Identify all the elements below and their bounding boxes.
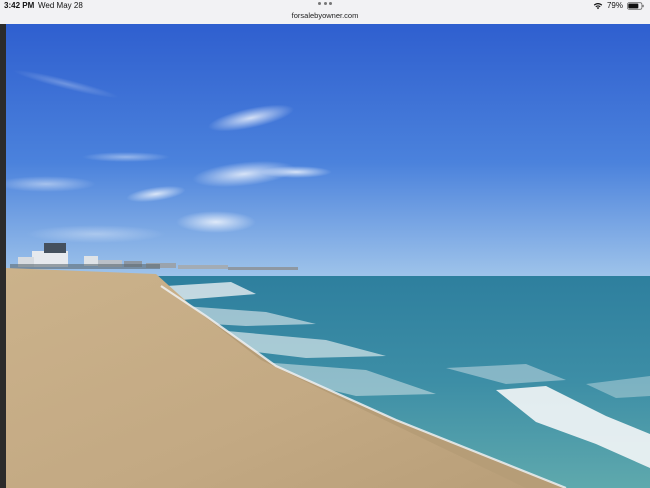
battery-percent: 79% [606, 1, 623, 10]
status-date: Wed May 28 [38, 1, 83, 10]
dot [318, 2, 321, 5]
status-time: 3:42 PM [4, 1, 35, 10]
status-indicators: 79% [593, 1, 644, 10]
address-bar-url[interactable]: forsalebyowner.com [0, 11, 650, 20]
beach-photo [6, 24, 650, 488]
status-bar: 3:42 PM Wed May 28 forsalebyowner.com 79… [0, 0, 650, 24]
battery-icon [627, 1, 644, 10]
ipad-screen: 3:42 PM Wed May 28 forsalebyowner.com 79… [0, 0, 650, 488]
dot [329, 2, 332, 5]
wifi-icon [593, 2, 603, 9]
more-dots-icon[interactable] [318, 2, 332, 6]
dot [323, 2, 327, 5]
photo-viewer[interactable] [0, 24, 650, 488]
